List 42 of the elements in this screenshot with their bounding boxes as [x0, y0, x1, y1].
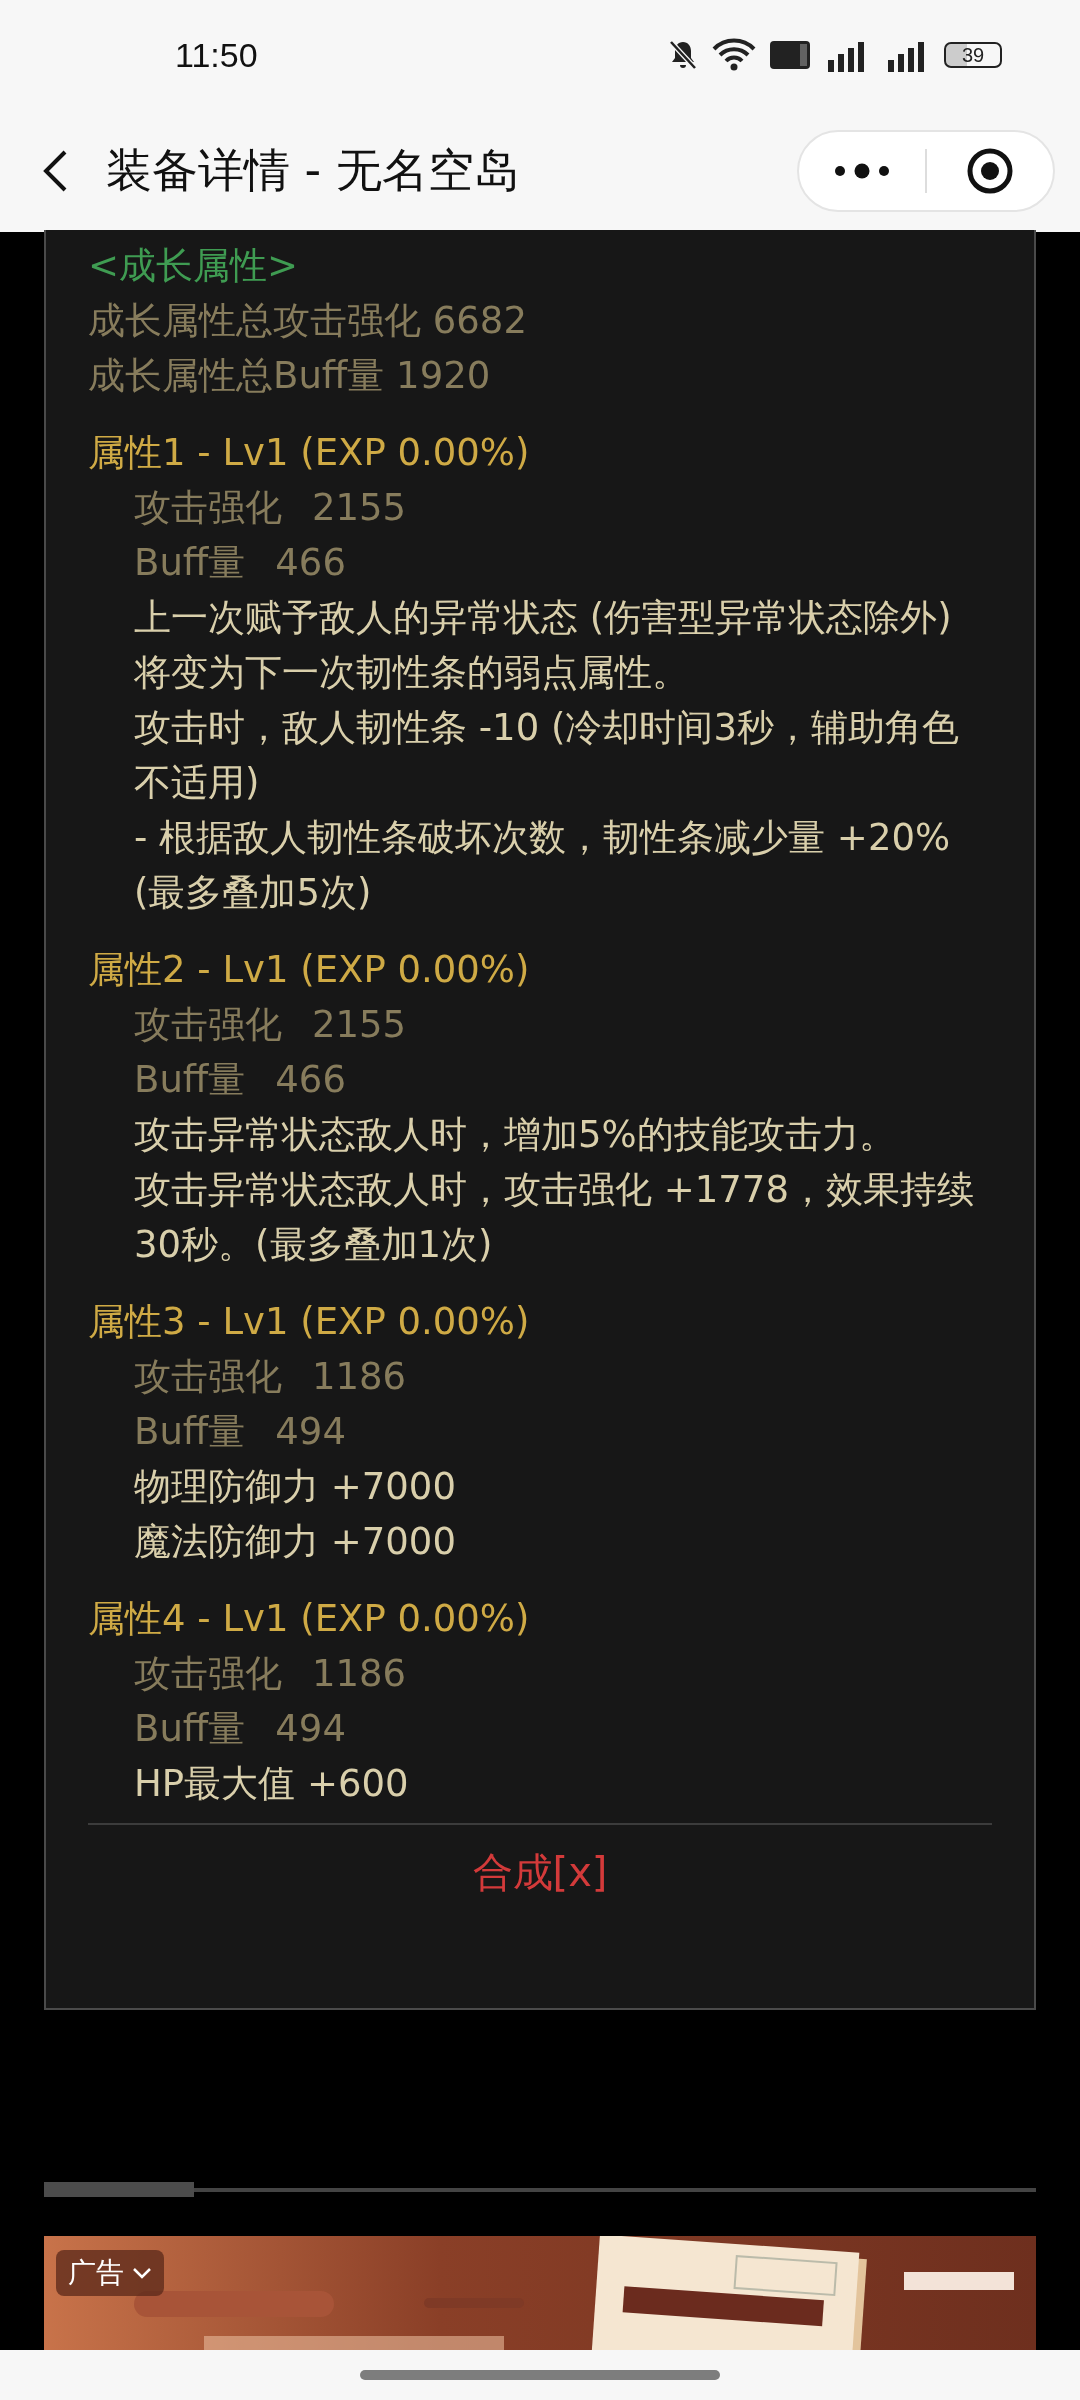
effect-text: 上一次赋予敌人的异常状态 (伤害型异常状态除外) 将变为下一次韧性条的弱点属性。	[133, 595, 953, 696]
wifi-icon	[712, 38, 756, 72]
stat-value: 466	[275, 540, 346, 586]
effect-text: 攻击异常状态敌人时，攻击强化 +1778，效果持续30秒。(最多叠加1次)	[133, 1167, 975, 1268]
stat-label: Buff量	[134, 1409, 246, 1455]
stat-value: 1186	[312, 1651, 407, 1697]
attribute-title: 属性4 - Lv1 (EXP 0.00%)	[88, 1596, 531, 1642]
stat-label: 攻击强化	[134, 1651, 282, 1697]
stat-label: 攻击强化	[134, 485, 282, 531]
page-title: 装备详情 - 无名空岛	[106, 142, 520, 199]
stat-value: 2155	[312, 1002, 407, 1048]
chevron-down-icon	[132, 2267, 152, 2279]
stat-label: 攻击强化	[134, 1002, 282, 1048]
bell-muted-icon	[668, 39, 698, 71]
stat-label: Buff量	[134, 1706, 246, 1752]
stat-value: 494	[275, 1706, 346, 1752]
total-text: 成长属性总Buff量 1920	[88, 353, 492, 399]
stat-value: 466	[275, 1057, 346, 1103]
more-icon[interactable]	[834, 163, 891, 179]
effect-text: 物理防御力 +7000	[133, 1464, 457, 1510]
effect-text: - 根据敌人韧性条破坏次数，韧性条减少量 +20% (最多叠加5次)	[133, 815, 952, 916]
stat-label: Buff量	[134, 540, 246, 586]
stat-label: 攻击强化	[134, 1354, 282, 1400]
stat-value: 494	[275, 1409, 346, 1455]
stat-value: 2155	[312, 485, 407, 531]
section-heading: <成长属性>	[88, 243, 299, 289]
battery-icon: 39	[944, 42, 1002, 68]
status-time: 11:50	[175, 35, 258, 75]
stat-value: 1186	[312, 1354, 407, 1400]
effect-text: 魔法防御力 +7000	[133, 1519, 457, 1565]
total-text: 成长属性总攻击强化 6682	[88, 298, 528, 344]
attribute-title: 属性1 - Lv1 (EXP 0.00%)	[88, 430, 531, 476]
synthesize-link[interactable]: 合成[x]	[472, 1845, 608, 1900]
attribute-title: 属性2 - Lv1 (EXP 0.00%)	[88, 947, 531, 993]
attribute-title: 属性3 - Lv1 (EXP 0.00%)	[88, 1299, 531, 1345]
effect-text: 攻击异常状态敌人时，增加5%的技能攻击力。	[133, 1112, 897, 1158]
scroll-thumb[interactable]	[44, 2182, 194, 2197]
stat-label: Buff量	[134, 1057, 246, 1103]
effect-text: HP最大值 +600	[133, 1761, 410, 1807]
ad-label-button[interactable]: 广告	[56, 2250, 164, 2296]
close-icon[interactable]	[965, 147, 1014, 195]
effect-text: 攻击时，敌人韧性条 -10 (冷却时间3秒，辅助角色不适用)	[133, 705, 960, 806]
